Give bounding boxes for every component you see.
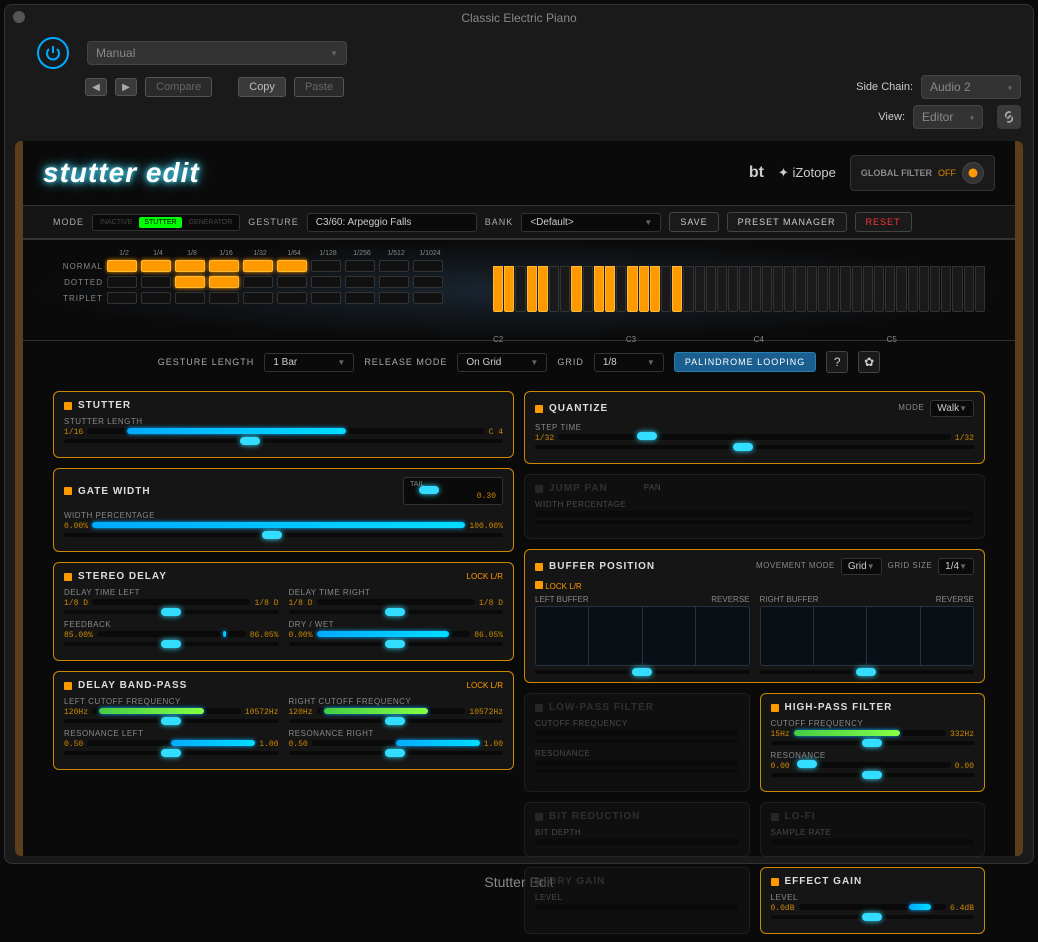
jump-pan-panel: JUMP PANPAN WIDTH PERCENTAGE	[524, 474, 985, 539]
gesture-length-select[interactable]: 1 Bar▼	[264, 353, 354, 372]
grid-cell[interactable]	[175, 292, 205, 304]
save-button[interactable]: SAVE	[669, 212, 718, 232]
grid-cell[interactable]	[175, 260, 205, 272]
buffer-panel: BUFFER POSITION MOVEMENT MODE Grid▼ GRID…	[524, 549, 985, 683]
grid-cell[interactable]	[413, 276, 443, 288]
lofi-panel: LO-FISAMPLE RATE	[760, 802, 986, 857]
close-icon[interactable]	[13, 11, 25, 23]
global-filter[interactable]: GLOBAL FILTER OFF	[850, 155, 995, 191]
grid-cell[interactable]	[345, 260, 375, 272]
right-buffer-display[interactable]	[760, 606, 975, 666]
mode-label: MODE	[53, 217, 84, 227]
grid-cell[interactable]	[141, 292, 171, 304]
link-button[interactable]	[997, 105, 1021, 129]
preset-dropdown[interactable]: Manual▼	[87, 41, 347, 65]
grid-cell[interactable]	[311, 260, 341, 272]
grid-cell[interactable]	[243, 292, 273, 304]
lpf-panel: LOW-PASS FILTER CUTOFF FREQUENCY RESONAN…	[524, 693, 750, 792]
grid-cell[interactable]	[345, 276, 375, 288]
grid-cell[interactable]	[277, 260, 307, 272]
grid-cell[interactable]	[209, 276, 239, 288]
bit-reduction-panel: BIT REDUCTIONBIT DEPTH	[524, 802, 750, 857]
grid-select[interactable]: 1/8▼	[594, 353, 664, 372]
dry-gain-panel: DRY GAINLEVEL	[524, 867, 750, 934]
chevron-down-icon: ▼	[330, 49, 338, 58]
view-dropdown[interactable]: Editor♦	[913, 105, 983, 129]
grid-cell[interactable]	[277, 276, 307, 288]
grid-cell[interactable]	[107, 260, 137, 272]
grid-cell[interactable]	[209, 260, 239, 272]
gate-width-slider[interactable]	[92, 522, 465, 528]
left-buffer-display[interactable]	[535, 606, 750, 666]
grid-cell[interactable]	[243, 276, 273, 288]
stereo-delay-panel: STEREO DELAYLOCK L/R DELAY TIME LEFT 1/8…	[53, 562, 514, 661]
preset-manager-button[interactable]: PRESET MANAGER	[727, 212, 847, 232]
brand-bt: bt	[749, 164, 764, 182]
grid-cell[interactable]	[107, 276, 137, 288]
bank-label: BANK	[485, 217, 514, 227]
next-button[interactable]: ▶	[115, 78, 137, 96]
keyboard[interactable]: C2 C3 C4 C5	[493, 266, 985, 330]
bank-select[interactable]: <Default>▼	[521, 213, 661, 232]
grid-size-select[interactable]: 1/4▼	[938, 558, 974, 575]
stutter-length-slider[interactable]	[87, 428, 484, 434]
prev-button[interactable]: ◀	[85, 78, 107, 96]
grid-cell[interactable]	[209, 292, 239, 304]
grid-cell[interactable]	[141, 260, 171, 272]
quantize-panel: QUANTIZE MODE Walk▼ STEP TIME 1/321/32	[524, 391, 985, 464]
grid-cell[interactable]	[345, 292, 375, 304]
grid-cell[interactable]	[379, 260, 409, 272]
movement-mode-select[interactable]: Grid▼	[841, 558, 882, 575]
gesture-label: GESTURE	[248, 217, 299, 227]
power-button[interactable]	[37, 37, 69, 69]
reset-button[interactable]: RESET	[855, 212, 912, 232]
plugin-logo: stutter edit	[43, 157, 200, 189]
grid-cell[interactable]	[311, 276, 341, 288]
grid-cell[interactable]	[243, 260, 273, 272]
grid-cell[interactable]	[141, 276, 171, 288]
global-filter-knob[interactable]	[962, 162, 984, 184]
grid-cell[interactable]	[175, 276, 205, 288]
effect-gain-panel: EFFECT GAIN LEVEL 0.0dB6.4dB	[760, 867, 986, 934]
sidechain-label: Side Chain:	[856, 81, 913, 93]
compare-button[interactable]: Compare	[145, 77, 212, 97]
paste-button[interactable]: Paste	[294, 77, 344, 97]
release-mode-select[interactable]: On Grid▼	[457, 353, 547, 372]
grid-cell[interactable]	[311, 292, 341, 304]
help-button[interactable]: ?	[826, 351, 848, 373]
gesture-select[interactable]: C3/60: Arpeggio Falls	[307, 213, 477, 232]
settings-button[interactable]: ✿	[858, 351, 880, 373]
delay-bandpass-panel: DELAY BAND-PASSLOCK L/R LEFT CUTOFF FREQ…	[53, 671, 514, 770]
brand-izotope: ✦ iZotope	[778, 165, 836, 181]
view-label: View:	[878, 111, 905, 123]
grid-cell[interactable]	[413, 260, 443, 272]
tail-slider[interactable]	[410, 488, 496, 492]
grid-cell[interactable]	[413, 292, 443, 304]
copy-button[interactable]: Copy	[238, 77, 286, 97]
grid-cell[interactable]	[379, 292, 409, 304]
sidechain-dropdown[interactable]: Audio 2♦	[921, 75, 1021, 99]
grid-cell[interactable]	[107, 292, 137, 304]
stutter-panel: STUTTER STUTTER LENGTH 1/16C 4	[53, 391, 514, 458]
grid-cell[interactable]	[277, 292, 307, 304]
window-title: Classic Electric Piano	[5, 5, 1033, 31]
gate-panel: GATE WIDTH TAIL0.30 WIDTH PERCENTAGE 0.0…	[53, 468, 514, 552]
hpf-panel: HIGH-PASS FILTER CUTOFF FREQUENCY 15Hz33…	[760, 693, 986, 792]
grid-cell[interactable]	[379, 276, 409, 288]
palindrome-button[interactable]: PALINDROME LOOPING	[674, 352, 816, 372]
mode-selector[interactable]: INACTIVE STUTTER GENERATOR	[92, 214, 240, 231]
quantize-mode-select[interactable]: Walk▼	[930, 400, 974, 417]
